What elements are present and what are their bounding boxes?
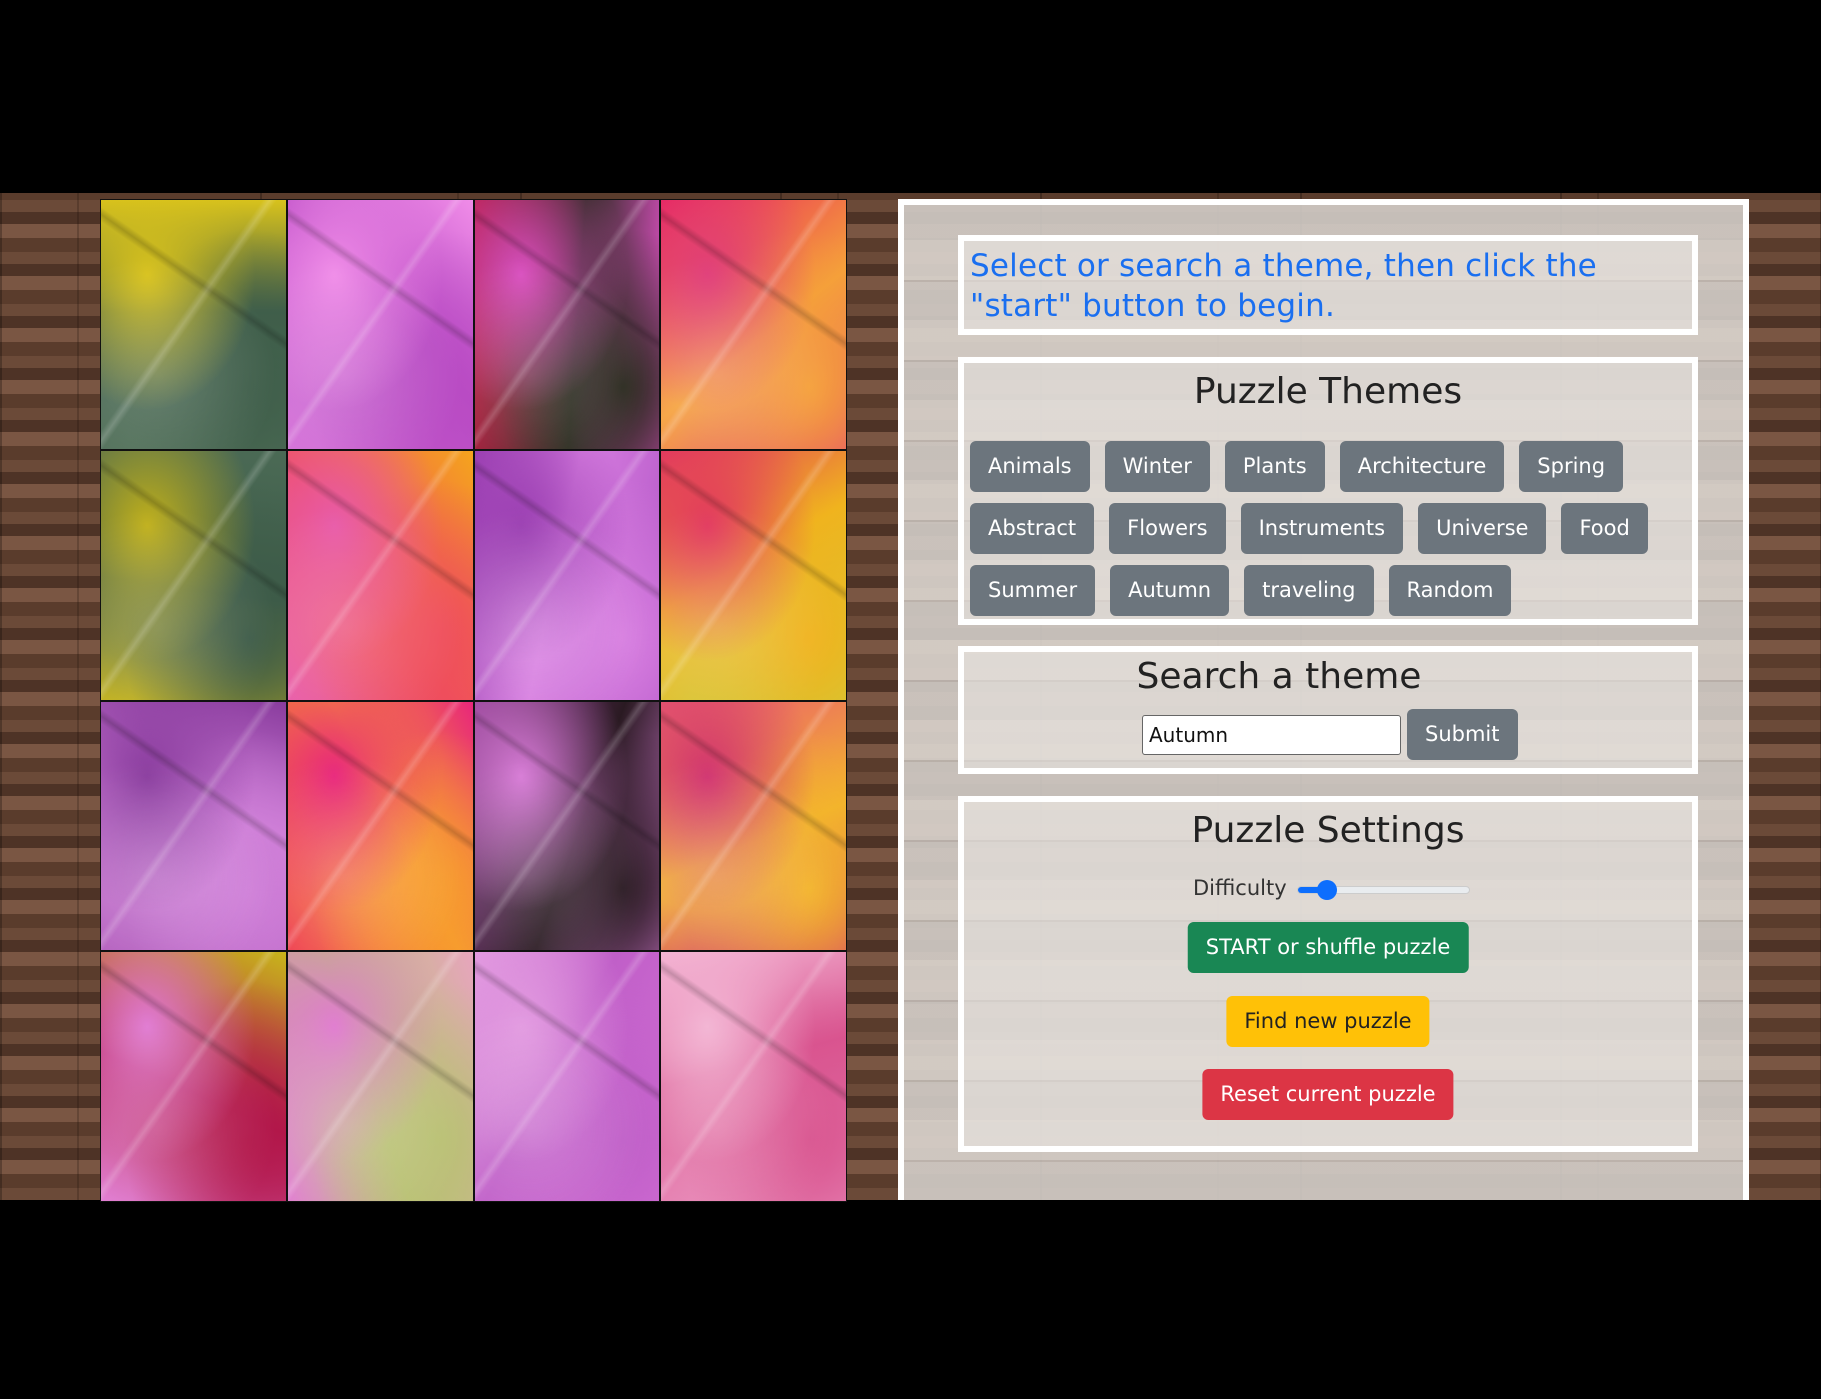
puzzle-board[interactable] — [100, 199, 847, 1202]
reset-puzzle-button[interactable]: Reset current puzzle — [1202, 1069, 1454, 1120]
theme-button-instruments[interactable]: Instruments — [1240, 503, 1404, 554]
theme-button-architecture[interactable]: Architecture — [1339, 441, 1505, 492]
puzzle-tile[interactable] — [287, 450, 473, 700]
themes-section: Puzzle Themes Animals Winter Plants Archite… — [958, 357, 1698, 625]
theme-row: Animals Winter Plants Architecture Spring — [970, 441, 1624, 492]
settings-section: Puzzle Settings Difficulty START or shuf… — [958, 796, 1698, 1152]
puzzle-tile[interactable] — [661, 450, 846, 700]
theme-button-summer[interactable]: Summer — [970, 565, 1096, 616]
puzzle-tile[interactable] — [474, 450, 660, 700]
theme-button-universe[interactable]: Universe — [1418, 503, 1547, 554]
puzzle-tile[interactable] — [661, 952, 846, 1201]
theme-button-plants[interactable]: Plants — [1224, 441, 1325, 492]
puzzle-tile[interactable] — [474, 701, 660, 951]
theme-search-input[interactable] — [1142, 715, 1401, 755]
instructions-text: Select or search a theme, then click the… — [970, 248, 1597, 324]
puzzle-tile[interactable] — [101, 200, 286, 449]
puzzle-tile[interactable] — [287, 952, 473, 1201]
theme-row: Abstract Flowers Instruments Universe Food — [970, 503, 1648, 554]
difficulty-label: Difficulty — [1193, 876, 1287, 900]
slider-thumb[interactable] — [1317, 880, 1338, 900]
puzzle-tile[interactable] — [101, 701, 286, 951]
theme-button-food[interactable]: Food — [1561, 503, 1648, 554]
theme-button-abstract[interactable]: Abstract — [970, 503, 1095, 554]
puzzle-tile[interactable] — [474, 200, 660, 449]
theme-button-animals[interactable]: Animals — [970, 441, 1090, 492]
puzzle-tile[interactable] — [474, 952, 660, 1201]
puzzle-tile[interactable] — [101, 450, 286, 700]
theme-button-traveling[interactable]: traveling — [1244, 565, 1374, 616]
submit-button[interactable]: Submit — [1407, 709, 1518, 760]
puzzle-tile[interactable] — [287, 200, 473, 449]
theme-button-winter[interactable]: Winter — [1104, 441, 1210, 492]
themes-title: Puzzle Themes — [1193, 371, 1463, 412]
instructions-box: Select or search a theme, then click the… — [958, 235, 1698, 335]
puzzle-tile[interactable] — [287, 701, 473, 951]
start-button[interactable]: START or shuffle puzzle — [1187, 922, 1469, 973]
puzzle-tile[interactable] — [661, 701, 846, 951]
puzzle-tile[interactable] — [101, 952, 286, 1201]
settings-title: Puzzle Settings — [1191, 810, 1465, 851]
difficulty-slider[interactable] — [1297, 880, 1470, 900]
theme-row: Summer Autumn traveling Random — [970, 565, 1512, 616]
search-section: Search a theme Submit — [958, 646, 1698, 774]
control-panel: Select or search a theme, then click the… — [898, 199, 1749, 1200]
theme-button-random[interactable]: Random — [1388, 565, 1512, 616]
theme-button-autumn[interactable]: Autumn — [1110, 565, 1230, 616]
search-title: Search a theme — [1136, 656, 1422, 697]
theme-button-flowers[interactable]: Flowers — [1109, 503, 1226, 554]
puzzle-tile[interactable] — [661, 200, 846, 449]
theme-button-spring[interactable]: Spring — [1519, 441, 1624, 492]
find-new-puzzle-button[interactable]: Find new puzzle — [1226, 996, 1430, 1047]
